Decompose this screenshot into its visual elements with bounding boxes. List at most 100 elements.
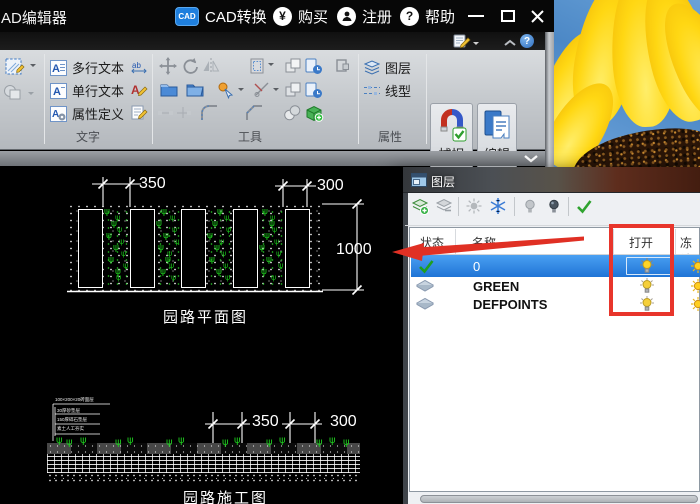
- blend-icon: [2, 82, 24, 104]
- blend-dropdown-caret[interactable]: [28, 92, 34, 98]
- svg-text:A: A: [52, 109, 59, 120]
- block-create-button[interactable]: [304, 103, 324, 123]
- copy-button[interactable]: [284, 57, 302, 75]
- trim-button[interactable]: [253, 81, 271, 99]
- add-layer-button[interactable]: [411, 197, 429, 215]
- hatch-dropdown-caret[interactable]: [30, 64, 36, 70]
- layer-on-button[interactable]: [521, 197, 539, 215]
- time-restore-button[interactable]: [304, 81, 323, 99]
- layer-slab-icon: [415, 278, 435, 292]
- layers-toolbar: [405, 193, 700, 226]
- callout-line: 素土人工夯实: [57, 427, 84, 432]
- hatch-icon: [4, 56, 26, 78]
- callout-line: 30厚砂垫层: [57, 409, 80, 414]
- layers-dialog-footer: [408, 492, 700, 504]
- menu-cad-convert[interactable]: CAD CAD转换: [175, 0, 267, 32]
- yuan-icon: ¥: [273, 7, 292, 26]
- layer-off-button[interactable]: [545, 197, 563, 215]
- chevron-up-icon: [503, 38, 517, 48]
- layer-name[interactable]: DEFPOINTS: [473, 297, 547, 312]
- layer-thawed-sun-icon[interactable]: [689, 295, 700, 313]
- layer-name[interactable]: 0: [473, 259, 480, 274]
- dim-style2-button[interactable]: [175, 105, 192, 120]
- grip-edit-button[interactable]: [217, 81, 235, 99]
- note-pencil-icon: [453, 34, 471, 48]
- desktop-wallpaper-sunflower: [554, 0, 700, 168]
- menu-cad-convert-label: CAD转换: [205, 6, 267, 27]
- open-view-button[interactable]: [185, 81, 205, 98]
- mtext-label: 多行文本: [72, 58, 124, 77]
- layer-thawed-sun-icon[interactable]: [689, 277, 700, 295]
- attr-def-button[interactable]: A 属性定义: [50, 104, 124, 123]
- svg-text:ab: ab: [132, 61, 141, 70]
- maximize-button[interactable]: [495, 0, 521, 32]
- fillet-button[interactable]: [200, 104, 219, 122]
- minimize-button[interactable]: [463, 0, 489, 32]
- chamfer-button[interactable]: [245, 104, 264, 122]
- viewport-dropdown-caret[interactable]: [268, 63, 274, 69]
- plan-dim-350: 350: [139, 175, 166, 193]
- dtext-button[interactable]: A 单行文本: [50, 81, 124, 100]
- close-button[interactable]: [524, 0, 550, 32]
- menu-buy-label: 购买: [298, 6, 328, 27]
- column-name[interactable]: 名称: [472, 234, 496, 251]
- linetype-button[interactable]: 线型: [364, 81, 411, 100]
- new-view-button[interactable]: [159, 81, 179, 98]
- time-save-button[interactable]: [304, 57, 323, 75]
- plan-dim-300: 300: [317, 177, 344, 195]
- dtext-icon: A: [50, 83, 67, 99]
- grip-dropdown-caret[interactable]: [238, 88, 244, 94]
- mirror-button[interactable]: [202, 57, 220, 75]
- edit-text-button[interactable]: A: [131, 82, 148, 97]
- move-button[interactable]: [159, 57, 177, 75]
- viewport-button[interactable]: [248, 57, 266, 75]
- layers-dialog-titlebar[interactable]: 图层: [403, 167, 700, 193]
- ribbon-collapse-strip: [0, 151, 545, 166]
- column-status[interactable]: 状态: [420, 234, 444, 251]
- menu-buy[interactable]: ¥ 购买: [273, 0, 328, 32]
- layers-icon: [364, 60, 380, 75]
- copy-nested-button[interactable]: [284, 81, 302, 99]
- layer-manager-label: 图层: [385, 58, 411, 77]
- set-current-layer-button[interactable]: [575, 197, 593, 215]
- delete-layer-button[interactable]: [435, 197, 453, 215]
- menu-register[interactable]: 注册: [337, 0, 392, 32]
- dim-style1-button[interactable]: [157, 105, 174, 120]
- layer-slab-icon: [415, 296, 435, 310]
- mtext-button[interactable]: A 多行文本: [50, 58, 124, 77]
- text-spacing-button[interactable]: ab: [131, 59, 148, 74]
- quick-help-button[interactable]: ?: [520, 34, 534, 48]
- user-icon: [337, 7, 356, 26]
- current-layer-check-icon: [417, 257, 435, 275]
- highlight-rectangle: [609, 224, 674, 316]
- rotate-button[interactable]: [181, 57, 199, 75]
- svg-text:A: A: [53, 86, 61, 98]
- dtext-label: 单行文本: [72, 81, 124, 100]
- ribbon: A 多行文本 A 单行文本 A 属性定义 ab A: [0, 50, 545, 150]
- section-caption: 园路施工图: [183, 487, 268, 504]
- plan-dim-1000: 1000: [336, 241, 372, 259]
- chevron-down-icon[interactable]: [523, 154, 539, 164]
- layer-manager-button[interactable]: 图层: [364, 58, 411, 77]
- blend-tool-button[interactable]: [2, 82, 24, 109]
- clipboard-icon: [482, 108, 512, 142]
- region-button[interactable]: [283, 104, 302, 122]
- hatch-tool-button[interactable]: [4, 56, 26, 83]
- linetype-icon: [364, 83, 380, 98]
- question-icon: ?: [400, 7, 419, 26]
- layer-thawed-sun-icon[interactable]: [689, 257, 700, 275]
- layer-name[interactable]: GREEN: [473, 279, 519, 294]
- freeze-layer-button[interactable]: [489, 197, 507, 215]
- text-group-label: 文字: [76, 128, 100, 145]
- panel-arrange-button[interactable]: [334, 58, 350, 74]
- annotate-button[interactable]: [131, 105, 148, 120]
- horizontal-scrollbar[interactable]: [420, 495, 698, 503]
- tools-group-label: 工具: [238, 128, 262, 145]
- menu-help[interactable]: ? 帮助: [400, 0, 455, 32]
- callout-line: 100×200×20砖面层: [55, 398, 94, 403]
- dialog-window-icon: [411, 173, 427, 187]
- thaw-layer-button[interactable]: [465, 197, 483, 215]
- trim-dropdown-caret[interactable]: [273, 88, 279, 94]
- title-bar: AD编辑器 CAD CAD转换 ¥ 购买 注册 ? 帮助: [0, 0, 554, 32]
- magnet-icon: [437, 108, 467, 142]
